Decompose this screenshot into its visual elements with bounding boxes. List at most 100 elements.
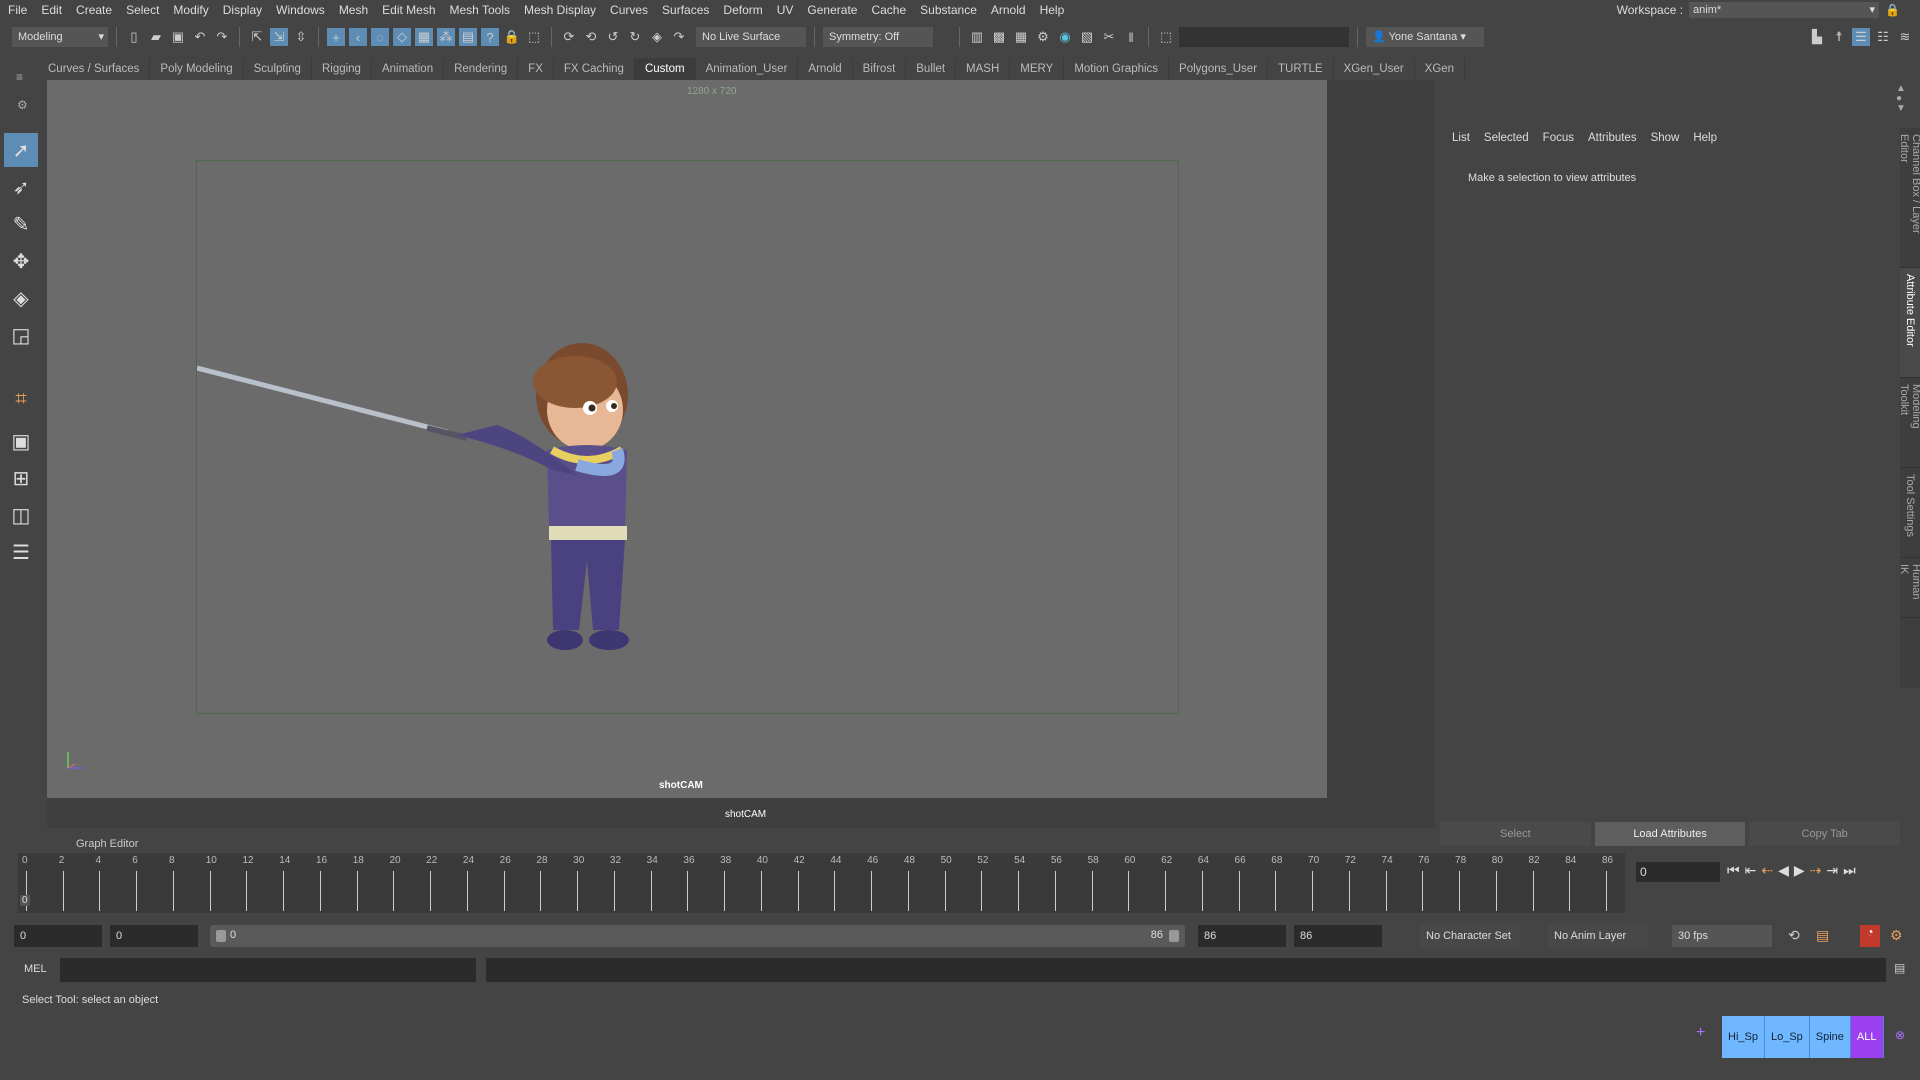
- side-tab-attribute-editor[interactable]: Attribute Editor: [1900, 268, 1920, 378]
- new-scene-icon[interactable]: ▯: [125, 28, 143, 46]
- script-editor-icon[interactable]: ▤: [1894, 961, 1905, 975]
- ipr-render-icon[interactable]: ▦: [1012, 28, 1030, 46]
- save-scene-icon[interactable]: ▣: [169, 28, 187, 46]
- select-tool-icon[interactable]: ➚: [4, 133, 38, 167]
- menu-create[interactable]: Create: [76, 3, 112, 17]
- symmetry-dropdown[interactable]: Symmetry: Off: [823, 27, 933, 47]
- render-view-icon[interactable]: ▥: [968, 28, 986, 46]
- selection-set-lo-sp[interactable]: Lo_Sp: [1764, 1016, 1810, 1058]
- outliner-layout-icon[interactable]: ☰: [4, 535, 38, 569]
- soft-select-icon[interactable]: ↻: [626, 28, 644, 46]
- select-button[interactable]: Select: [1440, 822, 1591, 846]
- menu-modify[interactable]: Modify: [173, 3, 208, 17]
- shelf-tab-mash[interactable]: MASH: [956, 58, 1011, 80]
- shelf-tab-arnold[interactable]: Arnold: [798, 58, 853, 80]
- animation-preferences-icon[interactable]: ⚙: [1890, 927, 1903, 944]
- shelf-menu-icon[interactable]: ≡: [16, 70, 23, 84]
- graph-editor-label[interactable]: Graph Editor: [76, 838, 138, 850]
- select-component-icon[interactable]: ⇳: [292, 28, 310, 46]
- ae-menu-list[interactable]: List: [1452, 132, 1470, 144]
- menu-arnold[interactable]: Arnold: [991, 3, 1026, 17]
- redo-icon[interactable]: ↷: [213, 28, 231, 46]
- shelf-tab-poly-modeling[interactable]: Poly Modeling: [150, 58, 244, 80]
- output-ops-icon[interactable]: ⟲: [582, 28, 600, 46]
- menu-select[interactable]: Select: [126, 3, 159, 17]
- help-icon[interactable]: ?: [481, 28, 499, 46]
- shelf-tab-sculpting[interactable]: Sculpting: [244, 58, 312, 80]
- close-icon[interactable]: ⊗: [1895, 1028, 1905, 1042]
- ae-menu-focus[interactable]: Focus: [1543, 132, 1574, 144]
- open-scene-icon[interactable]: ▰: [147, 28, 165, 46]
- shelf-tab-bifrost[interactable]: Bifrost: [853, 58, 907, 80]
- ae-menu-show[interactable]: Show: [1651, 132, 1680, 144]
- command-language-toggle[interactable]: MEL: [24, 963, 47, 975]
- undo-icon[interactable]: ↶: [191, 28, 209, 46]
- load-attributes-button[interactable]: Load Attributes: [1594, 822, 1746, 846]
- menu-cache[interactable]: Cache: [871, 3, 906, 17]
- anim-layer-dropdown[interactable]: No Anim Layer: [1548, 925, 1648, 947]
- shelf-tab-mery[interactable]: MERY: [1010, 58, 1065, 80]
- snap-view-plane-icon[interactable]: ◇: [393, 28, 411, 46]
- user-account-dropdown[interactable]: 👤 Yone Santana ▾: [1366, 27, 1484, 47]
- shelf-tab-polygons-user[interactable]: Polygons_User: [1169, 58, 1269, 80]
- select-hierarchy-icon[interactable]: ⇱: [248, 28, 266, 46]
- side-tab-tool-settings[interactable]: Tool Settings: [1900, 468, 1920, 558]
- attribute-editor-icon[interactable]: ☰: [1852, 28, 1870, 46]
- menu-mesh[interactable]: Mesh: [339, 3, 368, 17]
- shelf-tab-turtle[interactable]: TURTLE: [1268, 58, 1334, 80]
- viewport-3d[interactable]: 1280 x 720 shotCAM: [47, 80, 1327, 798]
- shelf-tab-rigging[interactable]: Rigging: [312, 58, 372, 80]
- current-time-marker[interactable]: 0: [20, 895, 30, 906]
- live-surface-dropdown[interactable]: No Live Surface: [696, 27, 806, 47]
- side-tab-channel-box-layer-editor[interactable]: Channel Box / Layer Editor: [1898, 128, 1920, 268]
- render-setup-icon[interactable]: ▧: [1078, 28, 1096, 46]
- menu-help[interactable]: Help: [1040, 3, 1065, 17]
- shelf-tab-fx[interactable]: FX: [518, 58, 554, 80]
- snap-grid-icon[interactable]: +: [327, 28, 345, 46]
- add-selection-set-icon[interactable]: +: [1696, 1024, 1705, 1042]
- paint-select-tool-icon[interactable]: ✎: [4, 207, 38, 241]
- shelf-tab-custom[interactable]: Custom: [634, 58, 696, 80]
- single-perspective-layout-icon[interactable]: ▣: [4, 424, 38, 458]
- play-forwards-icon[interactable]: ▶: [1794, 862, 1805, 879]
- render-settings-icon[interactable]: ⚙: [1034, 28, 1052, 46]
- auto-key-icon[interactable]: ◔: [1860, 925, 1880, 947]
- ae-menu-selected[interactable]: Selected: [1484, 132, 1529, 144]
- step-forward-frame-icon[interactable]: ⇥: [1826, 862, 1838, 879]
- menu-set-dropdown[interactable]: Modeling ▾: [12, 27, 108, 47]
- character-set-dropdown[interactable]: No Character Set: [1420, 925, 1520, 947]
- end-time-field[interactable]: 86: [1294, 925, 1382, 947]
- menu-curves[interactable]: Curves: [610, 3, 648, 17]
- quick-select-field[interactable]: [1179, 27, 1349, 47]
- four-view-layout-icon[interactable]: ⊞: [4, 461, 38, 495]
- reflect-icon[interactable]: ◈: [648, 28, 666, 46]
- shelf-scroll-icon[interactable]: ▲ ● ▼: [1896, 84, 1906, 114]
- play-backwards-icon[interactable]: ◀: [1778, 862, 1789, 879]
- shelf-tab-xgen-user[interactable]: XGen_User: [1334, 58, 1415, 80]
- snap-surface-icon[interactable]: ▦: [415, 28, 433, 46]
- go-to-end-icon[interactable]: ⏭: [1843, 862, 1856, 879]
- menu-mesh-display[interactable]: Mesh Display: [524, 3, 596, 17]
- ae-menu-help[interactable]: Help: [1693, 132, 1717, 144]
- go-to-start-icon[interactable]: ⏮: [1727, 862, 1740, 879]
- fps-dropdown[interactable]: 30 fps: [1672, 925, 1772, 947]
- loop-icon[interactable]: ⟲: [1788, 927, 1800, 944]
- shelf-tab-fx-caching[interactable]: FX Caching: [554, 58, 635, 80]
- copy-tab-button[interactable]: Copy Tab: [1749, 822, 1901, 846]
- shelf-settings-icon[interactable]: ⚙: [17, 98, 28, 112]
- selection-set-hi-sp[interactable]: Hi_Sp: [1722, 1016, 1765, 1058]
- menu-mesh-tools[interactable]: Mesh Tools: [450, 3, 510, 17]
- menu-file[interactable]: File: [8, 3, 27, 17]
- rotate-tool-icon[interactable]: ◈: [4, 281, 38, 315]
- pause-render-icon[interactable]: ‖: [1122, 28, 1140, 46]
- rotate-camera-icon[interactable]: ↷: [670, 28, 688, 46]
- snap-curve-icon[interactable]: ‹: [349, 28, 367, 46]
- anim-start-field[interactable]: 0: [110, 925, 198, 947]
- range-start-handle[interactable]: [216, 930, 226, 942]
- shelf-tab-rendering[interactable]: Rendering: [444, 58, 519, 80]
- side-tab-human-ik[interactable]: Human IK: [1898, 558, 1920, 618]
- menu-substance[interactable]: Substance: [920, 3, 977, 17]
- tool-settings-icon[interactable]: ☷: [1874, 28, 1892, 46]
- selection-set-spine[interactable]: Spine: [1809, 1016, 1851, 1058]
- character-model[interactable]: [197, 300, 757, 720]
